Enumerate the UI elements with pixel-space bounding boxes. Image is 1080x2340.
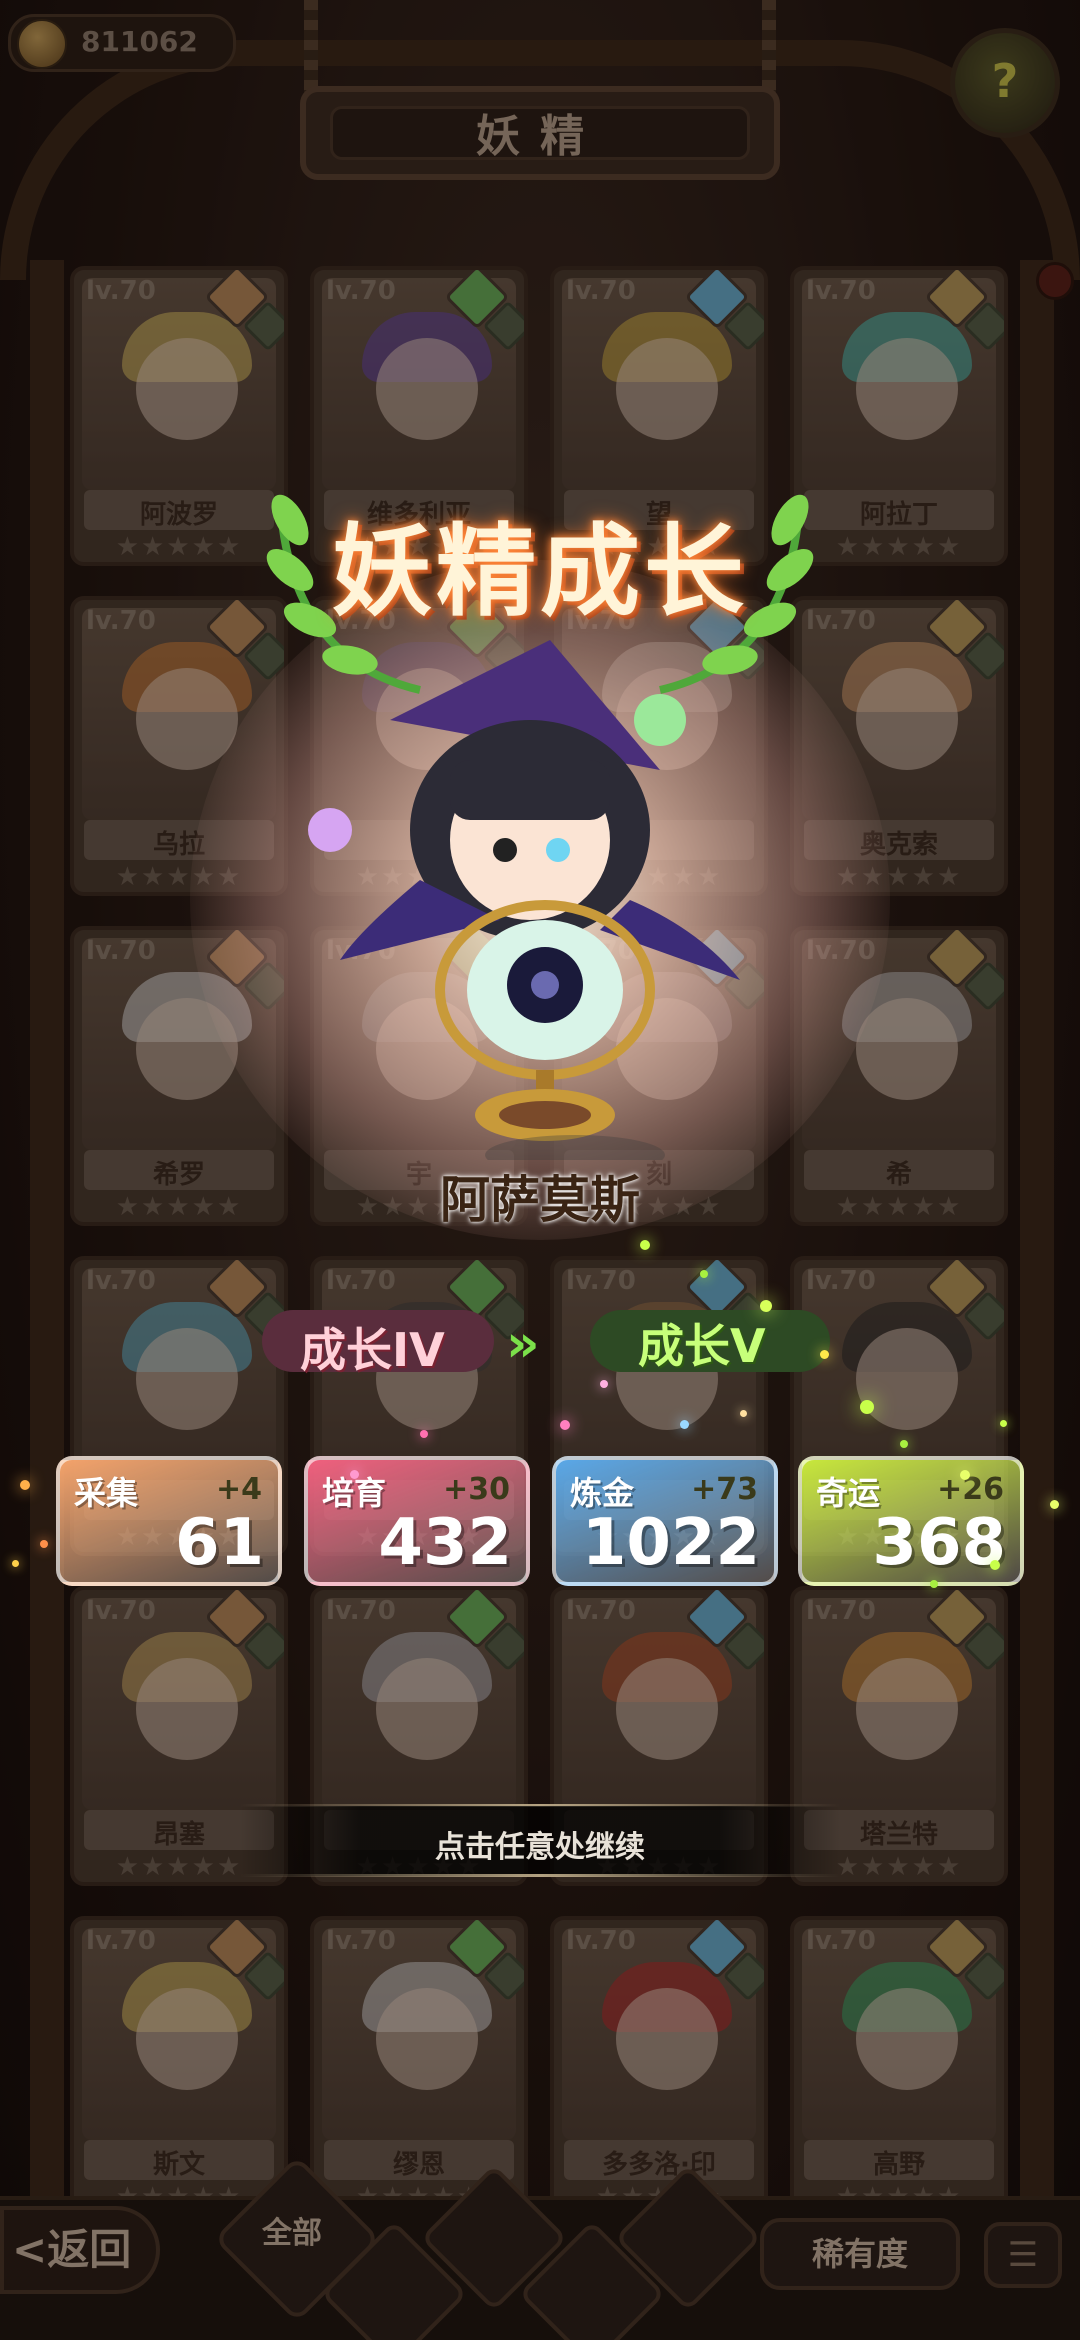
stat-label: 采集 xyxy=(74,1474,139,1512)
sparkle-dot xyxy=(740,1410,747,1417)
growth-from-label: 成长IV xyxy=(300,1323,445,1377)
stat-box: 培育 +30 432 xyxy=(304,1456,530,1586)
sparkle-dot xyxy=(680,1420,689,1429)
character-portrait xyxy=(308,640,740,1160)
stat-box: 炼金 +73 1022 xyxy=(552,1456,778,1586)
stat-value: 432 xyxy=(378,1506,512,1580)
sparkle-dot xyxy=(960,1470,970,1480)
sparkle-dot xyxy=(350,1470,359,1479)
sparkle-dot xyxy=(12,1560,19,1567)
sparkle-dot xyxy=(1000,1420,1007,1427)
stat-value: 61 xyxy=(174,1506,264,1580)
sparkle-dot xyxy=(990,1560,1000,1570)
double-chevron-right-icon: » xyxy=(506,1314,539,1374)
sparkle-dot xyxy=(420,1430,428,1438)
stat-increase: +26 xyxy=(937,1472,1004,1507)
character-name: 阿萨莫斯 xyxy=(440,1171,640,1229)
sparkle-dot xyxy=(20,1480,30,1490)
stat-increase: +73 xyxy=(691,1472,758,1507)
stat-value: 1022 xyxy=(581,1506,760,1580)
sparkle-dot xyxy=(760,1300,772,1312)
sparkle-dot xyxy=(640,1240,650,1250)
continue-divider-bottom xyxy=(240,1874,840,1877)
stat-increase: +30 xyxy=(443,1472,510,1507)
sparkle-dot xyxy=(600,1380,608,1388)
tap-to-continue-hint[interactable]: 点击任意处继续 xyxy=(0,1822,1080,1866)
sparkle-dot xyxy=(700,1270,708,1278)
stat-value: 368 xyxy=(872,1506,1006,1580)
sparkle-dot xyxy=(1050,1500,1059,1509)
stat-increase: +4 xyxy=(215,1472,262,1507)
sparkle-dot xyxy=(40,1540,48,1548)
sparkle-dot xyxy=(860,1400,874,1414)
stat-box: 采集 +4 61 xyxy=(56,1456,282,1586)
sparkle-dot xyxy=(900,1440,908,1448)
sparkle-dot xyxy=(560,1420,570,1430)
fairy-gallery-screen[interactable]: 811062 ? 妖精 lv.70 阿波罗 ★★★★★ lv.70 维多利亚 ★★★★★ l… xyxy=(0,0,1080,2340)
stat-label: 奇运 xyxy=(816,1474,881,1512)
sparkle-dot xyxy=(930,1580,938,1588)
growth-to-label: 成长V xyxy=(638,1319,766,1373)
sparkle-dot xyxy=(820,1350,829,1359)
